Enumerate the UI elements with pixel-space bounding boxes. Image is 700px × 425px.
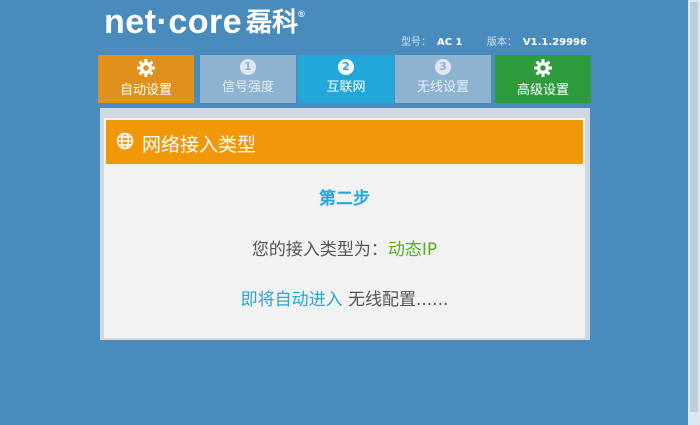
brand-name: net·core xyxy=(104,3,243,41)
model-label: 型号： xyxy=(401,37,431,48)
step-label: 互联网 xyxy=(326,80,366,95)
dialog-title: 网络接入类型 xyxy=(142,134,257,156)
step-label: 信号强度 xyxy=(221,80,274,95)
access-type-label: 您的接入类型为： xyxy=(251,240,388,260)
netcore-logo: net·core 磊科® xyxy=(104,4,305,40)
version-value: V1.1.29996 xyxy=(522,37,587,48)
access-type-dialog: 网络接入类型 第二步 您的接入类型为：动态IP 即将自动进入 无线配置.....… xyxy=(103,117,586,339)
gear-icon xyxy=(137,59,155,77)
model-value: AC 1 xyxy=(437,37,463,48)
access-type-value: 动态IP xyxy=(387,240,438,260)
wireless-config-text: 无线配置...... xyxy=(342,290,449,310)
version-label: 版本： xyxy=(486,37,517,48)
step-number-3: 3 xyxy=(435,59,451,75)
auto-enter-text: 即将自动进入 xyxy=(240,290,343,310)
step-label: 无线设置 xyxy=(416,80,469,95)
step-heading: 第二步 xyxy=(319,189,370,209)
step-internet[interactable]: 2 互联网 xyxy=(298,55,394,103)
registered-mark: ® xyxy=(298,9,305,19)
access-type-line: 您的接入类型为：动态IP xyxy=(104,235,585,260)
auto-setup-label: 自动设置 xyxy=(119,83,172,98)
step-number-2: 2 xyxy=(338,59,354,75)
dialog-header: 网络接入类型 xyxy=(106,120,583,164)
device-info: 型号： AC 1 版本： V1.1.29996 xyxy=(401,33,587,48)
globe-icon xyxy=(116,132,134,150)
scrollbar-thumb[interactable] xyxy=(690,2,698,412)
advanced-settings-label: 高级设置 xyxy=(516,83,569,98)
step-wireless-settings[interactable]: 3 无线设置 xyxy=(395,55,491,103)
advanced-settings-button[interactable]: 高级设置 xyxy=(495,55,591,103)
auto-setup-button[interactable]: 自动设置 xyxy=(98,55,194,103)
brand-name-cn: 磊科 xyxy=(246,7,299,37)
vertical-scrollbar[interactable] xyxy=(688,0,700,425)
step-signal-strength[interactable]: 1 信号强度 xyxy=(200,55,296,103)
next-step-line: 即将自动进入 无线配置...... xyxy=(104,285,585,310)
gear-icon xyxy=(534,59,552,77)
step-number-1: 1 xyxy=(240,59,256,75)
